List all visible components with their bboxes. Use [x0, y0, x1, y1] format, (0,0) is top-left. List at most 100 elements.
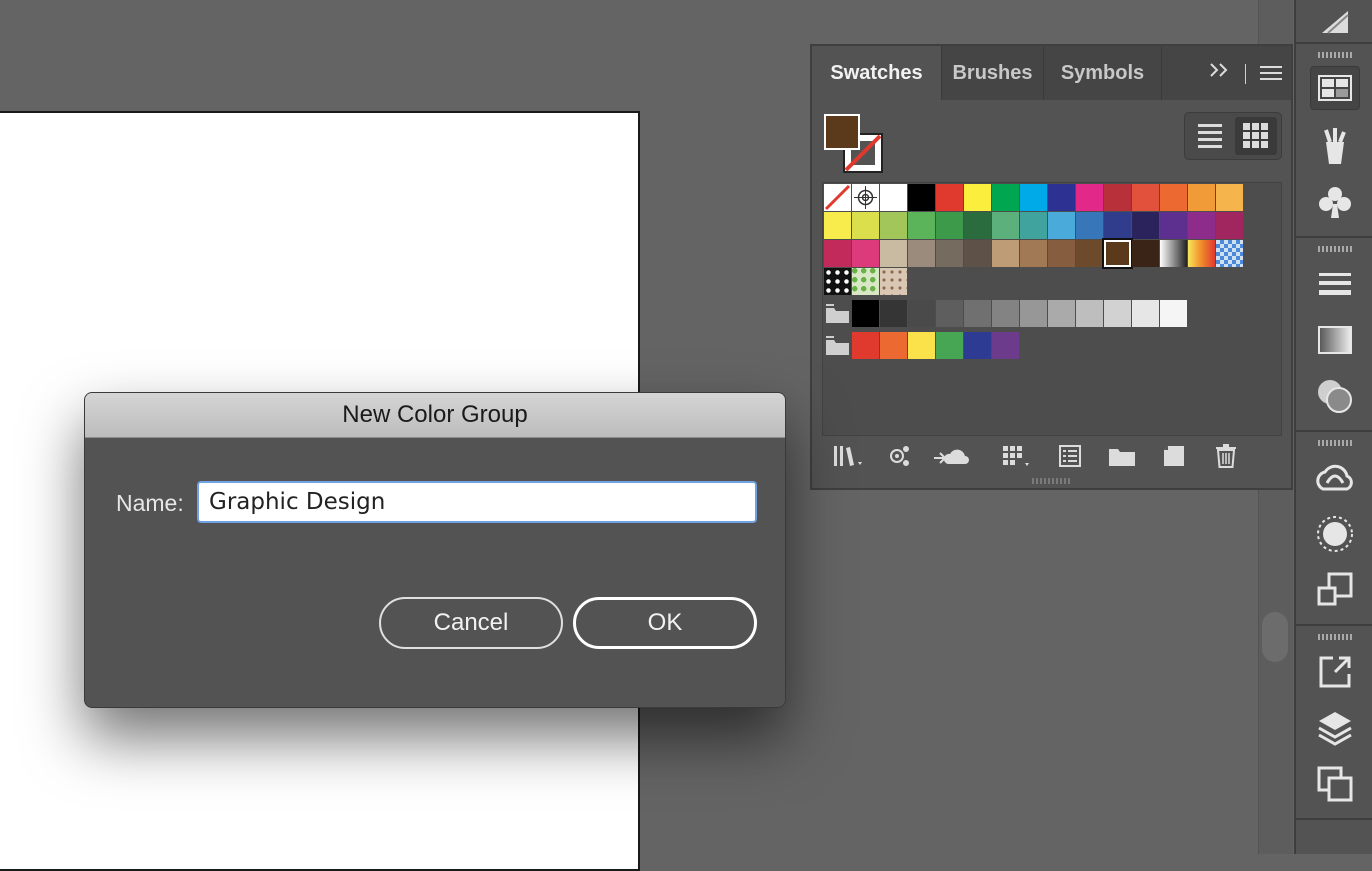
add-to-library-icon[interactable] — [884, 442, 916, 470]
gray-swatch-4-0[interactable] — [852, 300, 879, 327]
swatch-1-7[interactable] — [1020, 212, 1047, 239]
color-group-folder-icon[interactable] — [824, 332, 851, 359]
name-input[interactable] — [197, 481, 757, 523]
swatch-libraries-icon[interactable] — [832, 442, 864, 470]
swatch-2-2[interactable] — [880, 240, 907, 267]
swatch-2-0[interactable] — [824, 240, 851, 267]
swatch-2-10[interactable] — [1102, 238, 1133, 269]
color-group-folder-icon[interactable] — [824, 300, 851, 327]
swatch-0-2[interactable] — [880, 184, 907, 211]
gray-swatch-4-7[interactable] — [1048, 300, 1075, 327]
gray-swatch-4-4[interactable] — [964, 300, 991, 327]
swatch-1-4[interactable] — [936, 212, 963, 239]
swatch-0-5[interactable] — [964, 184, 991, 211]
swatch-1-12[interactable] — [1160, 212, 1187, 239]
swatch-0-11[interactable] — [1132, 184, 1159, 211]
swatch-2-7[interactable] — [1020, 240, 1047, 267]
expand-panels-icon[interactable] — [1208, 60, 1234, 86]
symbols-icon[interactable] — [1310, 180, 1360, 224]
swatch-2-14[interactable] — [1216, 240, 1243, 267]
layers-icon[interactable] — [1310, 706, 1360, 750]
panel-resize-grip[interactable] — [1032, 478, 1072, 484]
swatch-0-4[interactable] — [936, 184, 963, 211]
swatch-1-0[interactable] — [824, 212, 851, 239]
tab-brushes[interactable]: Brushes — [942, 46, 1044, 100]
group-swatch-5-3[interactable] — [936, 332, 963, 359]
swatch-0-9[interactable] — [1076, 184, 1103, 211]
brushes-icon[interactable] — [1310, 124, 1360, 168]
swatch-2-4[interactable] — [936, 240, 963, 267]
artboards-icon[interactable] — [1310, 762, 1360, 806]
gray-swatch-4-1[interactable] — [880, 300, 907, 327]
cloud-sync-icon[interactable] — [932, 442, 972, 470]
swatch-3-2[interactable] — [880, 268, 907, 295]
swatch-2-3[interactable] — [908, 240, 935, 267]
swatch-3-0[interactable] — [824, 268, 851, 295]
swatch-1-10[interactable] — [1104, 212, 1131, 239]
group-swatch-5-1[interactable] — [880, 332, 907, 359]
gray-swatch-4-9[interactable] — [1104, 300, 1131, 327]
swatch-0-8[interactable] — [1048, 184, 1075, 211]
swatch-0-12[interactable] — [1160, 184, 1187, 211]
swatch-1-5[interactable] — [964, 212, 991, 239]
gradient-shape-icon[interactable] — [1310, 0, 1360, 44]
grid-view-button[interactable] — [1235, 117, 1277, 155]
swatch-2-9[interactable] — [1076, 240, 1103, 267]
ok-button[interactable]: OK — [573, 597, 757, 649]
gray-swatch-4-10[interactable] — [1132, 300, 1159, 327]
transparency-icon[interactable] — [1310, 374, 1360, 418]
group-swatch-5-4[interactable] — [964, 332, 991, 359]
creative-cloud-libraries-icon[interactable] — [1310, 456, 1360, 500]
swatches-icon[interactable] — [1310, 66, 1360, 110]
swatch-2-11[interactable] — [1132, 240, 1159, 267]
swatch-2-8[interactable] — [1048, 240, 1075, 267]
swatch-3-1[interactable] — [852, 268, 879, 295]
swatch-0-1[interactable] — [852, 184, 879, 211]
gray-swatch-4-8[interactable] — [1076, 300, 1103, 327]
swatch-0-14[interactable] — [1216, 184, 1243, 211]
delete-swatch-icon[interactable] — [1210, 442, 1242, 470]
swatch-2-13[interactable] — [1188, 240, 1215, 267]
new-color-group-icon[interactable] — [1106, 442, 1138, 470]
transform-icon[interactable] — [1310, 568, 1360, 612]
tab-symbols[interactable]: Symbols — [1044, 46, 1162, 100]
export-icon[interactable] — [1310, 650, 1360, 694]
tab-swatches[interactable]: Swatches — [812, 46, 942, 100]
gray-swatch-4-11[interactable] — [1160, 300, 1187, 327]
swatch-0-7[interactable] — [1020, 184, 1047, 211]
swatch-options-icon[interactable] — [1054, 442, 1086, 470]
gradient-icon[interactable] — [1310, 318, 1360, 362]
gray-swatch-4-3[interactable] — [936, 300, 963, 327]
swatch-0-10[interactable] — [1104, 184, 1131, 211]
group-swatch-5-0[interactable] — [852, 332, 879, 359]
gray-swatch-4-2[interactable] — [908, 300, 935, 327]
cancel-button[interactable]: Cancel — [379, 597, 563, 649]
swatch-1-13[interactable] — [1188, 212, 1215, 239]
panel-menu-icon[interactable] — [1260, 66, 1282, 85]
swatch-0-13[interactable] — [1188, 184, 1215, 211]
gray-swatch-4-6[interactable] — [1020, 300, 1047, 327]
list-view-button[interactable] — [1189, 117, 1231, 155]
swatch-2-6[interactable] — [992, 240, 1019, 267]
swatch-2-12[interactable] — [1160, 240, 1187, 267]
swatch-2-1[interactable] — [852, 240, 879, 267]
swatch-1-9[interactable] — [1076, 212, 1103, 239]
swatch-0-0[interactable] — [824, 184, 851, 211]
fill-stroke-indicator[interactable] — [824, 114, 884, 174]
show-swatch-kinds-icon[interactable] — [1000, 442, 1032, 470]
swatch-1-11[interactable] — [1132, 212, 1159, 239]
swatch-1-3[interactable] — [908, 212, 935, 239]
swatch-0-6[interactable] — [992, 184, 1019, 211]
appearance-icon[interactable] — [1310, 512, 1360, 556]
swatch-0-3[interactable] — [908, 184, 935, 211]
swatch-1-1[interactable] — [852, 212, 879, 239]
swatch-1-8[interactable] — [1048, 212, 1075, 239]
stroke-icon[interactable] — [1310, 262, 1360, 306]
new-swatch-icon[interactable] — [1158, 442, 1190, 470]
scrollbar-thumb[interactable] — [1262, 612, 1288, 662]
swatch-1-6[interactable] — [992, 212, 1019, 239]
swatch-1-14[interactable] — [1216, 212, 1243, 239]
swatch-2-5[interactable] — [964, 240, 991, 267]
group-swatch-5-5[interactable] — [992, 332, 1019, 359]
swatch-1-2[interactable] — [880, 212, 907, 239]
